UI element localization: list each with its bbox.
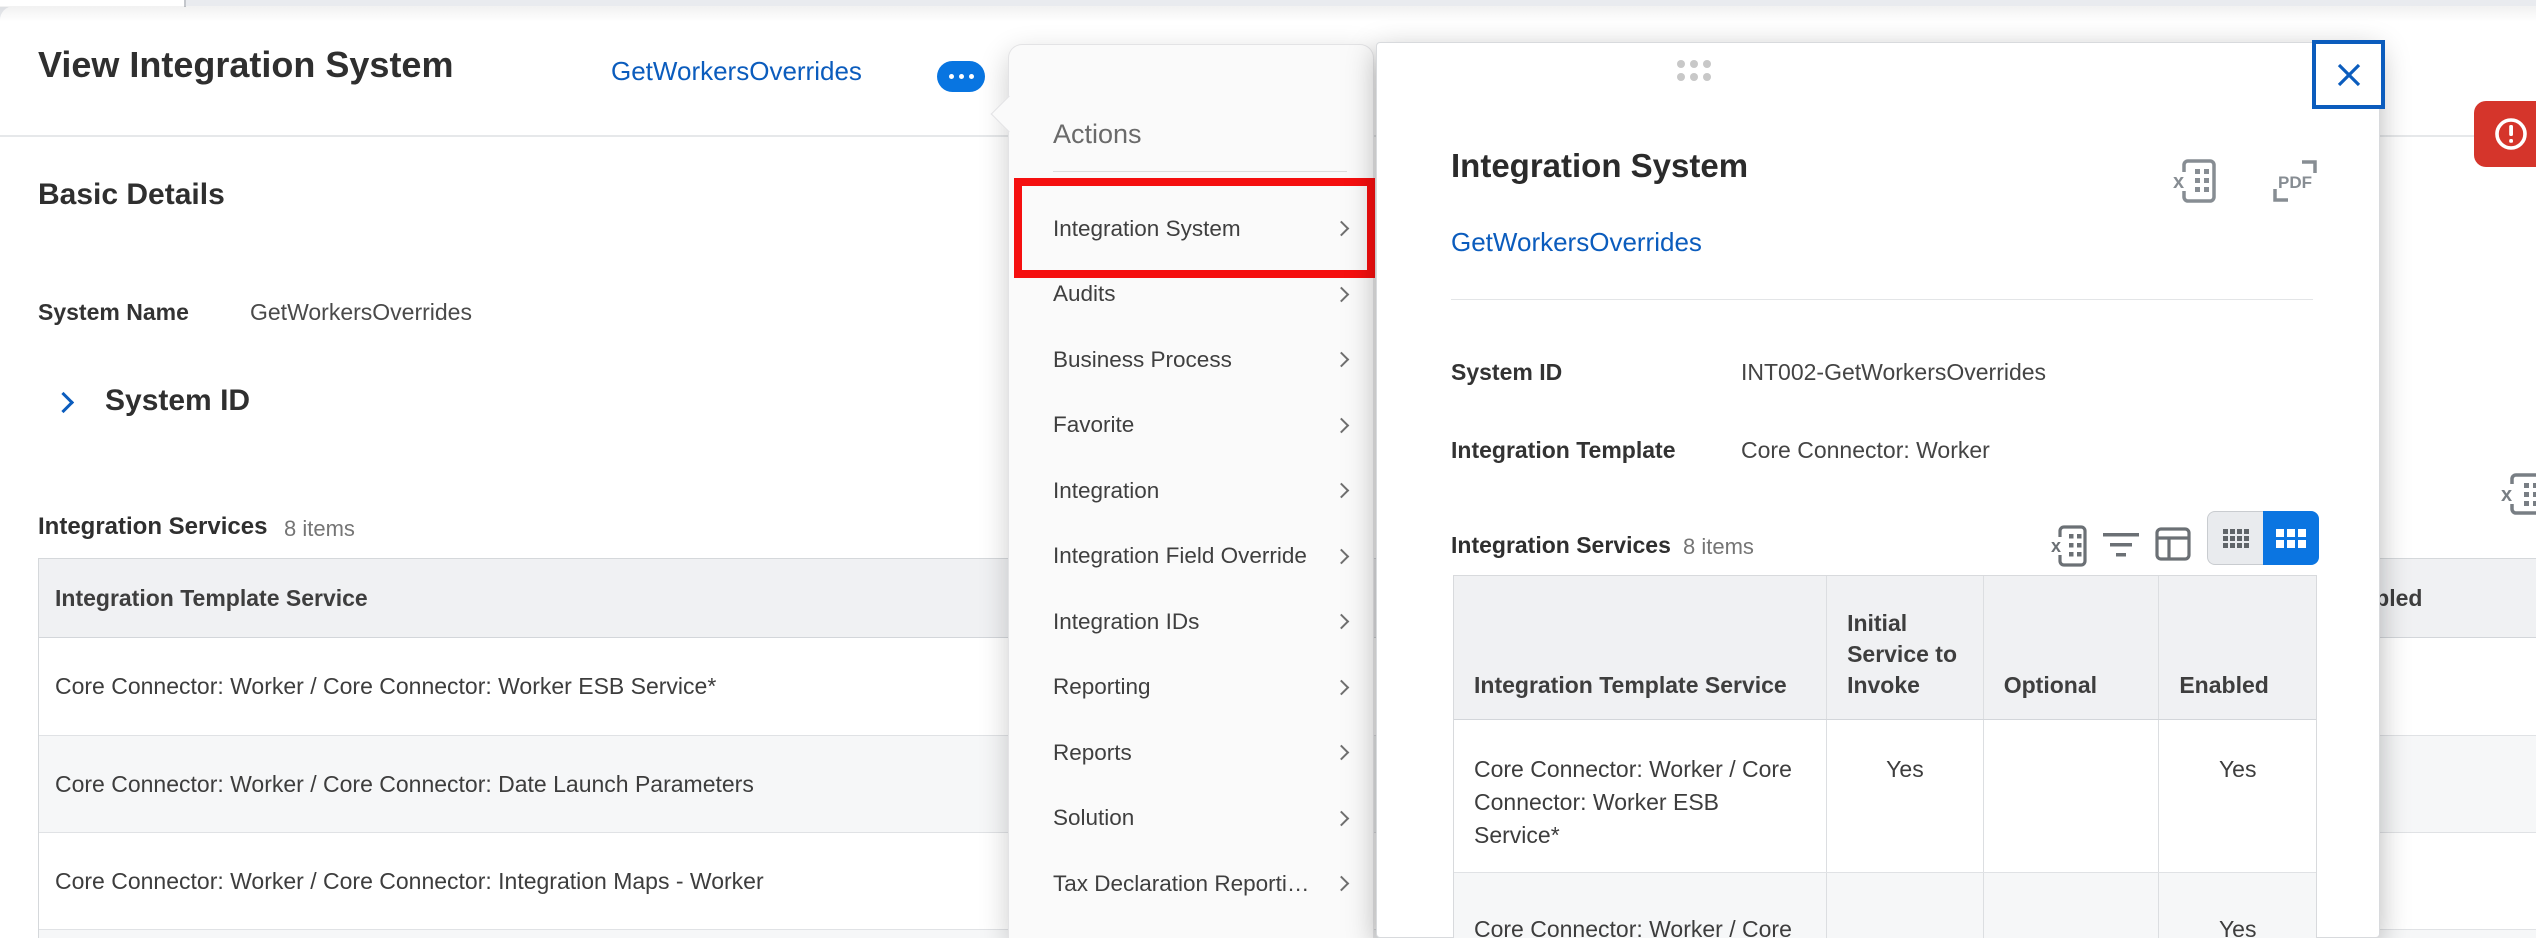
browser-tab-stub: [0, 0, 186, 7]
menu-item-integration-field-override[interactable]: Integration Field Override: [1009, 524, 1373, 590]
system-name-label: System Name: [38, 299, 189, 325]
svg-text:x: x: [2173, 171, 2184, 193]
chevron-right-icon: [1333, 417, 1350, 434]
field-value: INT002-GetWorkersOverrides: [1741, 359, 2047, 385]
field-label: Integration Template: [1451, 437, 1676, 463]
cell-service: Core Connector: Worker / Core Connector:…: [1474, 756, 1792, 848]
menu-item-reporting[interactable]: Reporting: [1009, 655, 1373, 721]
column-settings-icon[interactable]: [2155, 527, 2191, 566]
panel-services-heading: Integration Services: [1451, 532, 1671, 558]
table-row[interactable]: Core Connector: Worker / Core Connector:…: [1454, 720, 2316, 873]
table-row[interactable]: Core Connector: Worker / Core Yes: [1454, 873, 2316, 938]
cell-initial: Yes: [1826, 720, 1983, 872]
page-title: View Integration System: [38, 44, 454, 85]
chevron-right-icon: [1333, 286, 1350, 303]
menu-item-audits[interactable]: Audits: [1009, 262, 1373, 328]
menu-item-integration-ids[interactable]: Integration IDs: [1009, 589, 1373, 655]
column-header-optional[interactable]: Optional: [1982, 576, 2159, 719]
field-value: Core Connector: Worker: [1741, 437, 1990, 463]
cell-service: Core Connector: Worker / Core: [1474, 916, 1792, 938]
export-to-excel-icon[interactable]: x: [2051, 525, 2087, 572]
field-label: System ID: [1451, 359, 1563, 385]
menu-item-favorite[interactable]: Favorite: [1009, 393, 1373, 459]
panel-divider: [1451, 299, 2313, 300]
chevron-right-icon: [1333, 613, 1350, 630]
related-actions-button[interactable]: [937, 61, 985, 92]
column-header-integration-template-service[interactable]: Integration Template Service: [1454, 576, 1826, 719]
panel-object-link[interactable]: GetWorkersOverrides: [1451, 227, 1702, 258]
panel-services-count: 8 items: [1683, 534, 1754, 559]
drag-handle-icon[interactable]: [1677, 60, 1711, 81]
panel-title: Integration System: [1451, 147, 1749, 184]
integration-system-link[interactable]: GetWorkersOverrides: [611, 56, 862, 87]
svg-text:x: x: [2051, 536, 2061, 556]
cell-optional: [1982, 720, 2159, 872]
menu-item-solution[interactable]: Solution: [1009, 786, 1373, 852]
column-header-enabled[interactable]: Enabled: [2158, 576, 2316, 719]
grid-view-toggle: [2207, 511, 2319, 565]
cell-enabled: Yes: [2158, 720, 2316, 872]
chevron-right-icon: [1333, 744, 1350, 761]
filter-icon[interactable]: [2103, 533, 2141, 566]
panel-services-table: Integration Template Service Initial Ser…: [1453, 575, 2317, 938]
chevron-right-icon: [1333, 810, 1350, 827]
cell-enabled: Yes: [2158, 873, 2316, 938]
integration-services-heading: Integration Services: [38, 513, 268, 540]
field-system-id: System ID INT002-GetWorkersOverrides: [1451, 359, 2046, 386]
chevron-right-icon: [1333, 548, 1350, 565]
svg-text:PDF: PDF: [2278, 173, 2312, 192]
basic-details-heading: Basic Details: [38, 178, 225, 211]
field-integration-template: Integration Template Core Connector: Wor…: [1451, 437, 1990, 464]
column-header-initial-service-to-invoke[interactable]: Initial Service to Invoke: [1826, 576, 1983, 719]
integration-system-preview-panel: Integration System x PDF GetWorkersOverr…: [1376, 40, 2385, 938]
chevron-right-icon: [1333, 351, 1350, 368]
svg-text:x: x: [2501, 484, 2512, 506]
close-icon: [2337, 63, 2360, 86]
integration-services-count: 8 items: [284, 516, 355, 541]
table-header-row: Integration Template Service Initial Ser…: [1454, 576, 2316, 720]
expanded-grid-view-button[interactable]: [2263, 511, 2319, 565]
grid-icon: [2276, 528, 2306, 548]
actions-menu: Actions Integration System Audits Busine…: [990, 44, 1374, 938]
compact-grid-view-button[interactable]: [2207, 511, 2263, 565]
chevron-right-icon: [1333, 482, 1350, 499]
menu-item-business-process[interactable]: Business Process: [1009, 327, 1373, 393]
export-to-excel-icon[interactable]: x: [2500, 472, 2536, 521]
chevron-right-icon: [1333, 875, 1350, 892]
menu-divider: [1053, 171, 1347, 172]
menu-item-reports[interactable]: Reports: [1009, 720, 1373, 786]
export-to-pdf-icon[interactable]: PDF: [2272, 159, 2318, 208]
dense-grid-icon: [2222, 528, 2249, 548]
chevron-right-icon: [1333, 220, 1350, 237]
menu-item-integration[interactable]: Integration: [1009, 458, 1373, 524]
cell-optional: [1982, 873, 2159, 938]
close-button[interactable]: [2312, 40, 2385, 109]
actions-menu-title: Actions: [1053, 119, 1142, 149]
menu-item-integration-system[interactable]: Integration System: [1009, 196, 1373, 262]
ellipsis-icon: [948, 74, 954, 79]
system-name-value: GetWorkersOverrides: [250, 299, 472, 325]
error-icon: [2495, 118, 2527, 150]
menu-item-tax-declaration-reporting[interactable]: Tax Declaration Reporti…: [1009, 851, 1373, 917]
ellipsis-icon: [958, 74, 964, 79]
export-to-excel-icon[interactable]: x: [2173, 159, 2217, 208]
error-alert-button[interactable]: [2474, 101, 2536, 167]
system-id-section-heading: System ID: [105, 384, 251, 417]
ellipsis-icon: [968, 74, 974, 79]
cell-initial: [1826, 873, 1983, 938]
chevron-right-icon: [1333, 679, 1350, 696]
